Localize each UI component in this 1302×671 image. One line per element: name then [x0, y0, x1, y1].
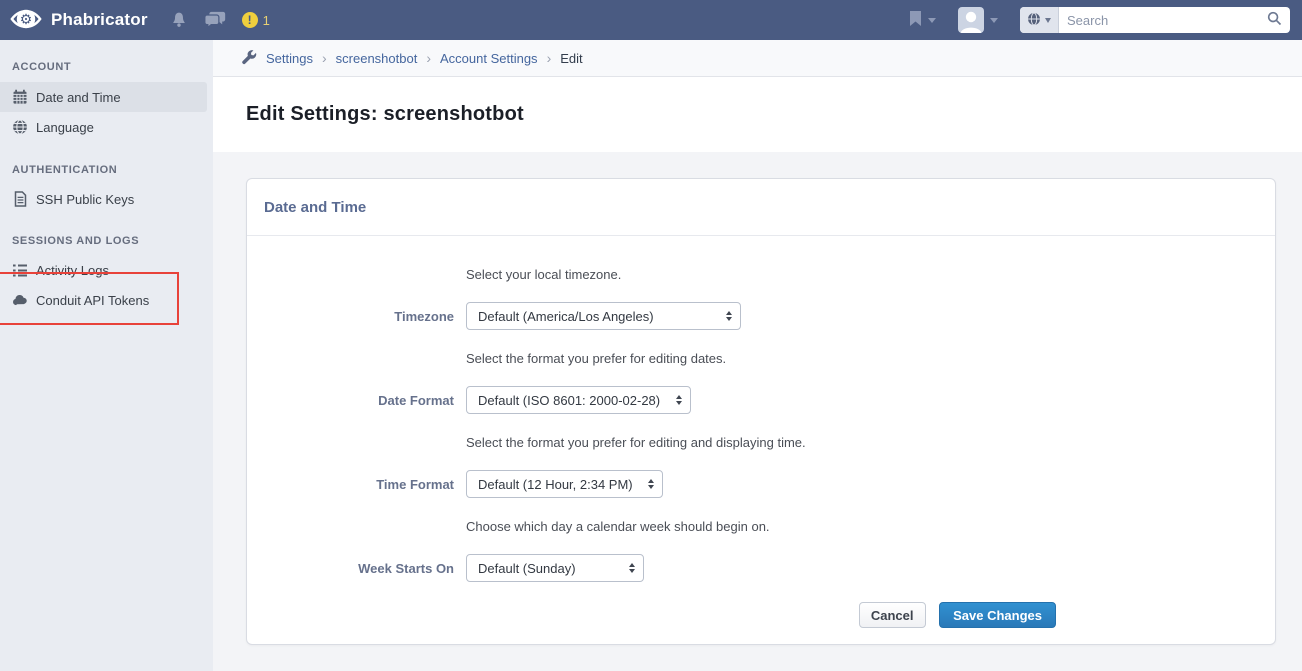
chevron-down-icon: [990, 18, 998, 23]
globe-scope-icon: [1027, 12, 1041, 29]
sidebar-section-account: ACCOUNT: [0, 60, 213, 74]
sidebar-section-authentication: AUTHENTICATION: [0, 163, 213, 177]
settings-sidebar: ACCOUNT Date and Time Language: [0, 40, 213, 671]
breadcrumb-separator: ›: [322, 50, 327, 66]
date-and-time-panel: Date and Time Select your local timezone…: [246, 178, 1276, 645]
page-title: Edit Settings: screenshotbot: [246, 103, 524, 126]
content-area: Date and Time Select your local timezone…: [213, 152, 1302, 671]
sidebar-item-label: Activity Logs: [36, 263, 109, 278]
chevron-down-icon: [1045, 18, 1051, 23]
breadcrumb-separator: ›: [426, 50, 431, 66]
form-row: Week Starts On Default (Sunday): [247, 554, 1275, 582]
select-caret-icon: [648, 479, 654, 489]
date-format-label: Date Format: [247, 393, 454, 408]
form-actions: Cancel Save Changes: [247, 602, 1275, 628]
date-format-help-text: Select the format you prefer for editing…: [466, 350, 1275, 368]
time-format-help-text: Select the format you prefer for editing…: [466, 434, 1275, 452]
time-format-select-value: Default (12 Hour, 2:34 PM): [478, 477, 633, 492]
brand-name: Phabricator: [51, 10, 148, 30]
breadcrumb: Settings › screenshotbot › Account Setti…: [213, 40, 1302, 77]
calendar-icon: [12, 89, 28, 105]
select-caret-icon: [629, 563, 635, 573]
phabricator-settings-page: ⚙ Phabricator ! 1: [0, 0, 1302, 671]
cancel-button[interactable]: Cancel: [859, 602, 926, 628]
eye-gear-logo-icon: ⚙: [10, 3, 42, 38]
user-avatar: [958, 7, 984, 33]
week-starts-on-help-text: Choose which day a calendar week should …: [466, 518, 1275, 536]
form-row: Timezone Default (America/Los Angeles): [247, 302, 1275, 330]
user-menu[interactable]: [958, 7, 998, 33]
breadcrumb-screenshotbot[interactable]: screenshotbot: [336, 51, 418, 66]
alert-circle-icon: !: [242, 12, 258, 28]
search-icon: [1267, 11, 1282, 29]
sidebar-section-sessions-and-logs: SESSIONS AND LOGS: [0, 234, 213, 248]
cloud-icon: [12, 293, 28, 307]
panel-title: Date and Time: [264, 199, 366, 216]
sidebar-item-activity-logs[interactable]: Activity Logs: [0, 255, 213, 285]
save-changes-button[interactable]: Save Changes: [939, 602, 1056, 628]
favorites-menu[interactable]: [909, 10, 936, 30]
sidebar-item-date-and-time[interactable]: Date and Time: [0, 82, 207, 112]
search-submit[interactable]: [1259, 11, 1290, 29]
time-format-select[interactable]: Default (12 Hour, 2:34 PM): [466, 470, 663, 498]
breadcrumb-settings[interactable]: Settings: [266, 51, 313, 66]
wrench-icon: [241, 50, 257, 66]
breadcrumb-separator: ›: [547, 50, 552, 66]
select-caret-icon: [676, 395, 682, 405]
sidebar-item-label: Language: [36, 120, 94, 135]
week-starts-on-select[interactable]: Default (Sunday): [466, 554, 644, 582]
main-content: Settings › screenshotbot › Account Setti…: [213, 40, 1302, 671]
sidebar-item-label: Conduit API Tokens: [36, 293, 149, 308]
alert-count: 1: [263, 13, 270, 28]
breadcrumb-edit: Edit: [560, 51, 582, 66]
setup-issues-alert[interactable]: ! 1: [242, 12, 270, 28]
time-format-label: Time Format: [247, 477, 454, 492]
global-search: [1020, 7, 1290, 33]
search-input[interactable]: [1059, 8, 1259, 32]
notifications-bell-icon[interactable]: [170, 11, 188, 29]
date-format-select-value: Default (ISO 8601: 2000-02-28): [478, 393, 660, 408]
sidebar-item-label: SSH Public Keys: [36, 192, 134, 207]
sidebar-item-language[interactable]: Language: [0, 112, 213, 142]
search-scope-selector[interactable]: [1020, 7, 1059, 33]
form-row: Time Format Default (12 Hour, 2:34 PM): [247, 470, 1275, 498]
document-icon: [12, 191, 28, 207]
week-starts-on-label: Week Starts On: [247, 561, 454, 576]
globe-icon: [12, 119, 28, 135]
app-header: ⚙ Phabricator ! 1: [0, 0, 1302, 40]
settings-form: Select your local timezone. Timezone Def…: [247, 236, 1275, 628]
messages-chat-bubbles-icon[interactable]: [204, 11, 226, 29]
timezone-label: Timezone: [247, 309, 454, 324]
svg-text:⚙: ⚙: [20, 11, 33, 27]
timezone-help-text: Select your local timezone.: [466, 266, 1275, 284]
breadcrumb-account-settings[interactable]: Account Settings: [440, 51, 538, 66]
form-row: Date Format Default (ISO 8601: 2000-02-2…: [247, 386, 1275, 414]
select-caret-icon: [726, 311, 732, 321]
sidebar-item-label: Date and Time: [36, 90, 121, 105]
chevron-down-icon: [928, 18, 936, 23]
page-header: Edit Settings: screenshotbot: [213, 77, 1302, 152]
timezone-select[interactable]: Default (America/Los Angeles): [466, 302, 741, 330]
bookmark-icon: [909, 10, 922, 30]
date-format-select[interactable]: Default (ISO 8601: 2000-02-28): [466, 386, 691, 414]
list-icon: [12, 263, 28, 278]
sidebar-item-conduit-api-tokens[interactable]: Conduit API Tokens: [0, 285, 213, 315]
week-starts-on-select-value: Default (Sunday): [478, 561, 576, 576]
panel-header: Date and Time: [247, 179, 1275, 236]
timezone-select-value: Default (America/Los Angeles): [478, 309, 654, 324]
sidebar-item-ssh-public-keys[interactable]: SSH Public Keys: [0, 184, 213, 214]
phabricator-logo[interactable]: ⚙ Phabricator: [10, 3, 148, 38]
